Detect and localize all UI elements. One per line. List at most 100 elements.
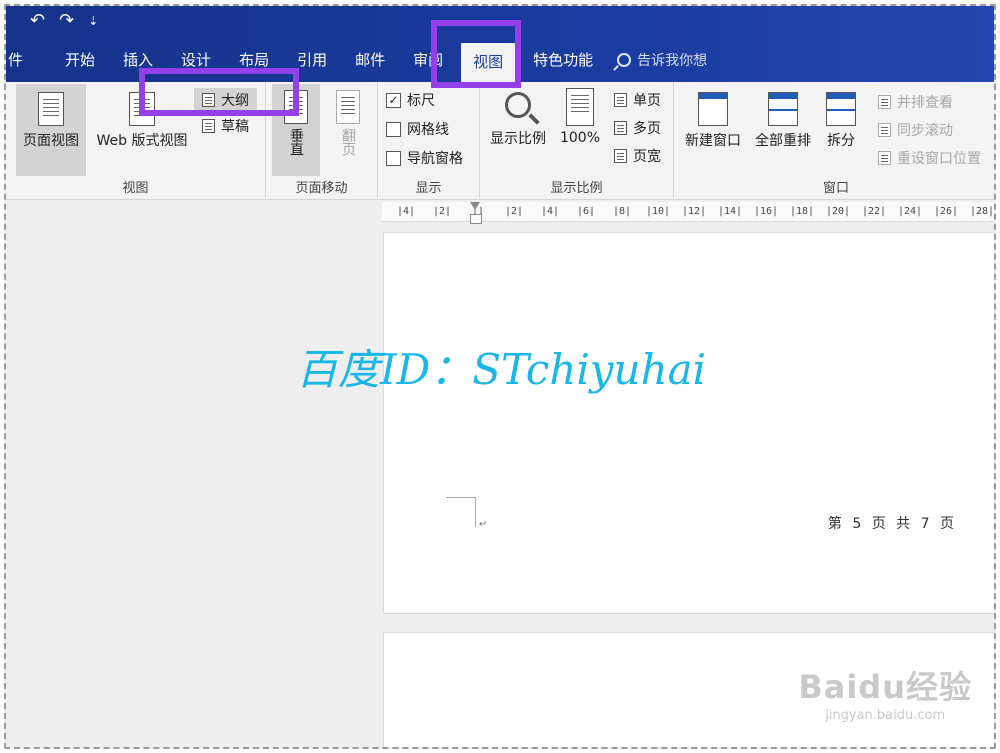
ruler-tick-label: |20| [825,206,851,217]
one-page-button[interactable]: 单页 [614,90,661,110]
one-page-label: 单页 [633,93,661,109]
watermark-text: 百度ID：STchiyuhai [296,345,707,394]
side-by-side-label: 并排查看 [897,95,953,111]
zoom-100-label: 100% [559,130,601,146]
customize-qat-icon[interactable]: ⇣ [88,10,98,31]
reset-window-label: 重设窗口位置 [897,151,981,167]
draft-label: 草稿 [221,119,249,135]
side-to-side-label: 翻页 [340,128,356,156]
page-width-label: 页宽 [633,149,661,165]
side-by-side-icon [878,95,891,109]
views-group-label: 视图 [122,181,149,196]
multi-page-icon [614,121,627,135]
vertical-label: 垂直 [288,128,304,156]
ruler-tick-label: |2| [504,206,524,217]
ruler-tick-label: |18| [789,206,815,217]
zoom-group-label: 显示比例 [550,181,603,196]
checkbox-icon [386,150,401,166]
baidu-logo-text: Baidu经验 [798,668,972,706]
baidu-url-text: jingyan.baidu.com [825,708,946,723]
gridlines-label: 网格线 [407,122,449,138]
ruler-tick-label: |8| [612,206,632,217]
reset-window-icon [878,151,891,165]
split-label: 拆分 [827,133,855,149]
page-width-icon [614,149,627,163]
show-group-label: 显示 [415,181,442,196]
ruler-checkbox[interactable]: ✓ 标尺 [386,90,435,110]
side-to-side-icon [336,90,360,124]
undo-icon[interactable]: ↶ [30,10,45,31]
ruler-tick-label: |16| [753,206,779,217]
new-window-icon [698,92,728,126]
screenshot-frame: ↶ ↷ ⇣ 件 开始 插入 设计 布局 引用 邮件 审阅 视图 特色功能 告诉我… [4,4,996,749]
zoom-label: 显示比例 [490,131,546,147]
tell-me-box[interactable]: 告诉我你想 [607,50,707,82]
checkbox-icon [386,121,401,137]
show-group: ✓ 标尺 网格线 导航窗格 显示 [378,82,480,200]
tab-features[interactable]: 特色功能 [519,49,607,82]
draft-icon [202,119,215,133]
multi-page-button[interactable]: 多页 [614,118,661,138]
document-page[interactable]: ↵ 第 5 页 共 7 页 [383,232,994,614]
page-movement-label: 页面移动 [295,181,348,196]
sync-scroll-label: 同步滚动 [897,123,953,139]
side-by-side-button[interactable]: 并排查看 [878,92,953,112]
window-group: 新建窗口 全部重排 拆分 并排查看 同步滚动 重设窗口位置 窗口 [674,82,994,200]
margin-corner-mark [446,497,476,527]
side-to-side-button[interactable]: 翻页 [326,90,370,176]
search-icon [617,53,632,67]
split-icon [826,92,856,126]
new-window-label: 新建窗口 [685,133,741,149]
ruler-tick-label: |24| [897,206,923,217]
tab-home[interactable]: 开始 [51,49,109,82]
ruler-tick-label: |22| [861,206,887,217]
ruler-tick-label: |2| [432,206,452,217]
indent-marker[interactable] [470,202,482,224]
nav-pane-label: 导航窗格 [407,151,463,167]
zoom-100-icon [566,88,594,126]
ruler-tick-label: |10| [645,206,671,217]
web-layout-label: Web 版式视图 [96,133,188,149]
reset-window-button[interactable]: 重设窗口位置 [878,148,981,168]
ruler-tick-label: |12| [681,206,707,217]
arrange-all-label: 全部重排 [755,133,811,149]
one-page-icon [614,93,627,107]
print-layout-button[interactable]: 页面视图 [16,84,86,176]
ruler-tick-label: |6| [576,206,596,217]
redo-icon[interactable]: ↷ [59,10,74,31]
ruler-tick-label: |28| [969,206,995,217]
page-footer: 第 5 页 共 7 页 [827,516,957,532]
multi-page-label: 多页 [633,121,661,137]
zoom-button[interactable]: 显示比例 [486,92,550,148]
highlight-view-tab [431,20,521,88]
window-group-label: 窗口 [822,181,849,196]
new-window-button[interactable]: 新建窗口 [680,92,746,150]
arrange-all-button[interactable]: 全部重排 [750,92,816,150]
horizontal-ruler[interactable]: |4| |2| || |2| |4| |6| |8| |10| |12| |14| |16| |18|… [382,202,995,224]
tab-file[interactable]: 件 [6,49,51,82]
zoom-100-button[interactable]: 100% [558,88,602,146]
print-layout-label: 页面视图 [23,133,79,149]
print-layout-icon [38,92,64,126]
baidu-jingyan-logo: Baidu经验 jingyan.baidu.com [798,662,972,723]
tab-mailings[interactable]: 邮件 [341,49,399,82]
ribbon-tabs: 件 开始 插入 设计 布局 引用 邮件 审阅 视图 特色功能 告诉我你想 [6,43,707,82]
highlight-outline [139,68,299,116]
page-width-button[interactable]: 页宽 [614,146,661,166]
ruler-tick-label: |4| [396,206,416,217]
sync-scroll-button[interactable]: 同步滚动 [878,120,953,140]
arrange-all-icon [768,92,798,126]
zoom-icon [505,92,540,125]
ruler-tick-label: |26| [933,206,959,217]
quick-access-toolbar: ↶ ↷ ⇣ [30,10,98,31]
ruler-label: 标尺 [407,93,435,109]
nav-pane-checkbox[interactable]: 导航窗格 [386,148,463,168]
draft-button[interactable]: 草稿 [202,116,249,136]
gridlines-checkbox[interactable]: 网格线 [386,119,449,139]
ruler-tick-label: |4| [540,206,560,217]
paragraph-mark: ↵ [479,519,488,530]
zoom-group: 显示比例 100% 单页 多页 页宽 显示比例 [480,82,674,200]
split-button[interactable]: 拆分 [820,92,862,150]
sync-scroll-icon [878,123,891,137]
ruler-tick-label: |14| [717,206,743,217]
